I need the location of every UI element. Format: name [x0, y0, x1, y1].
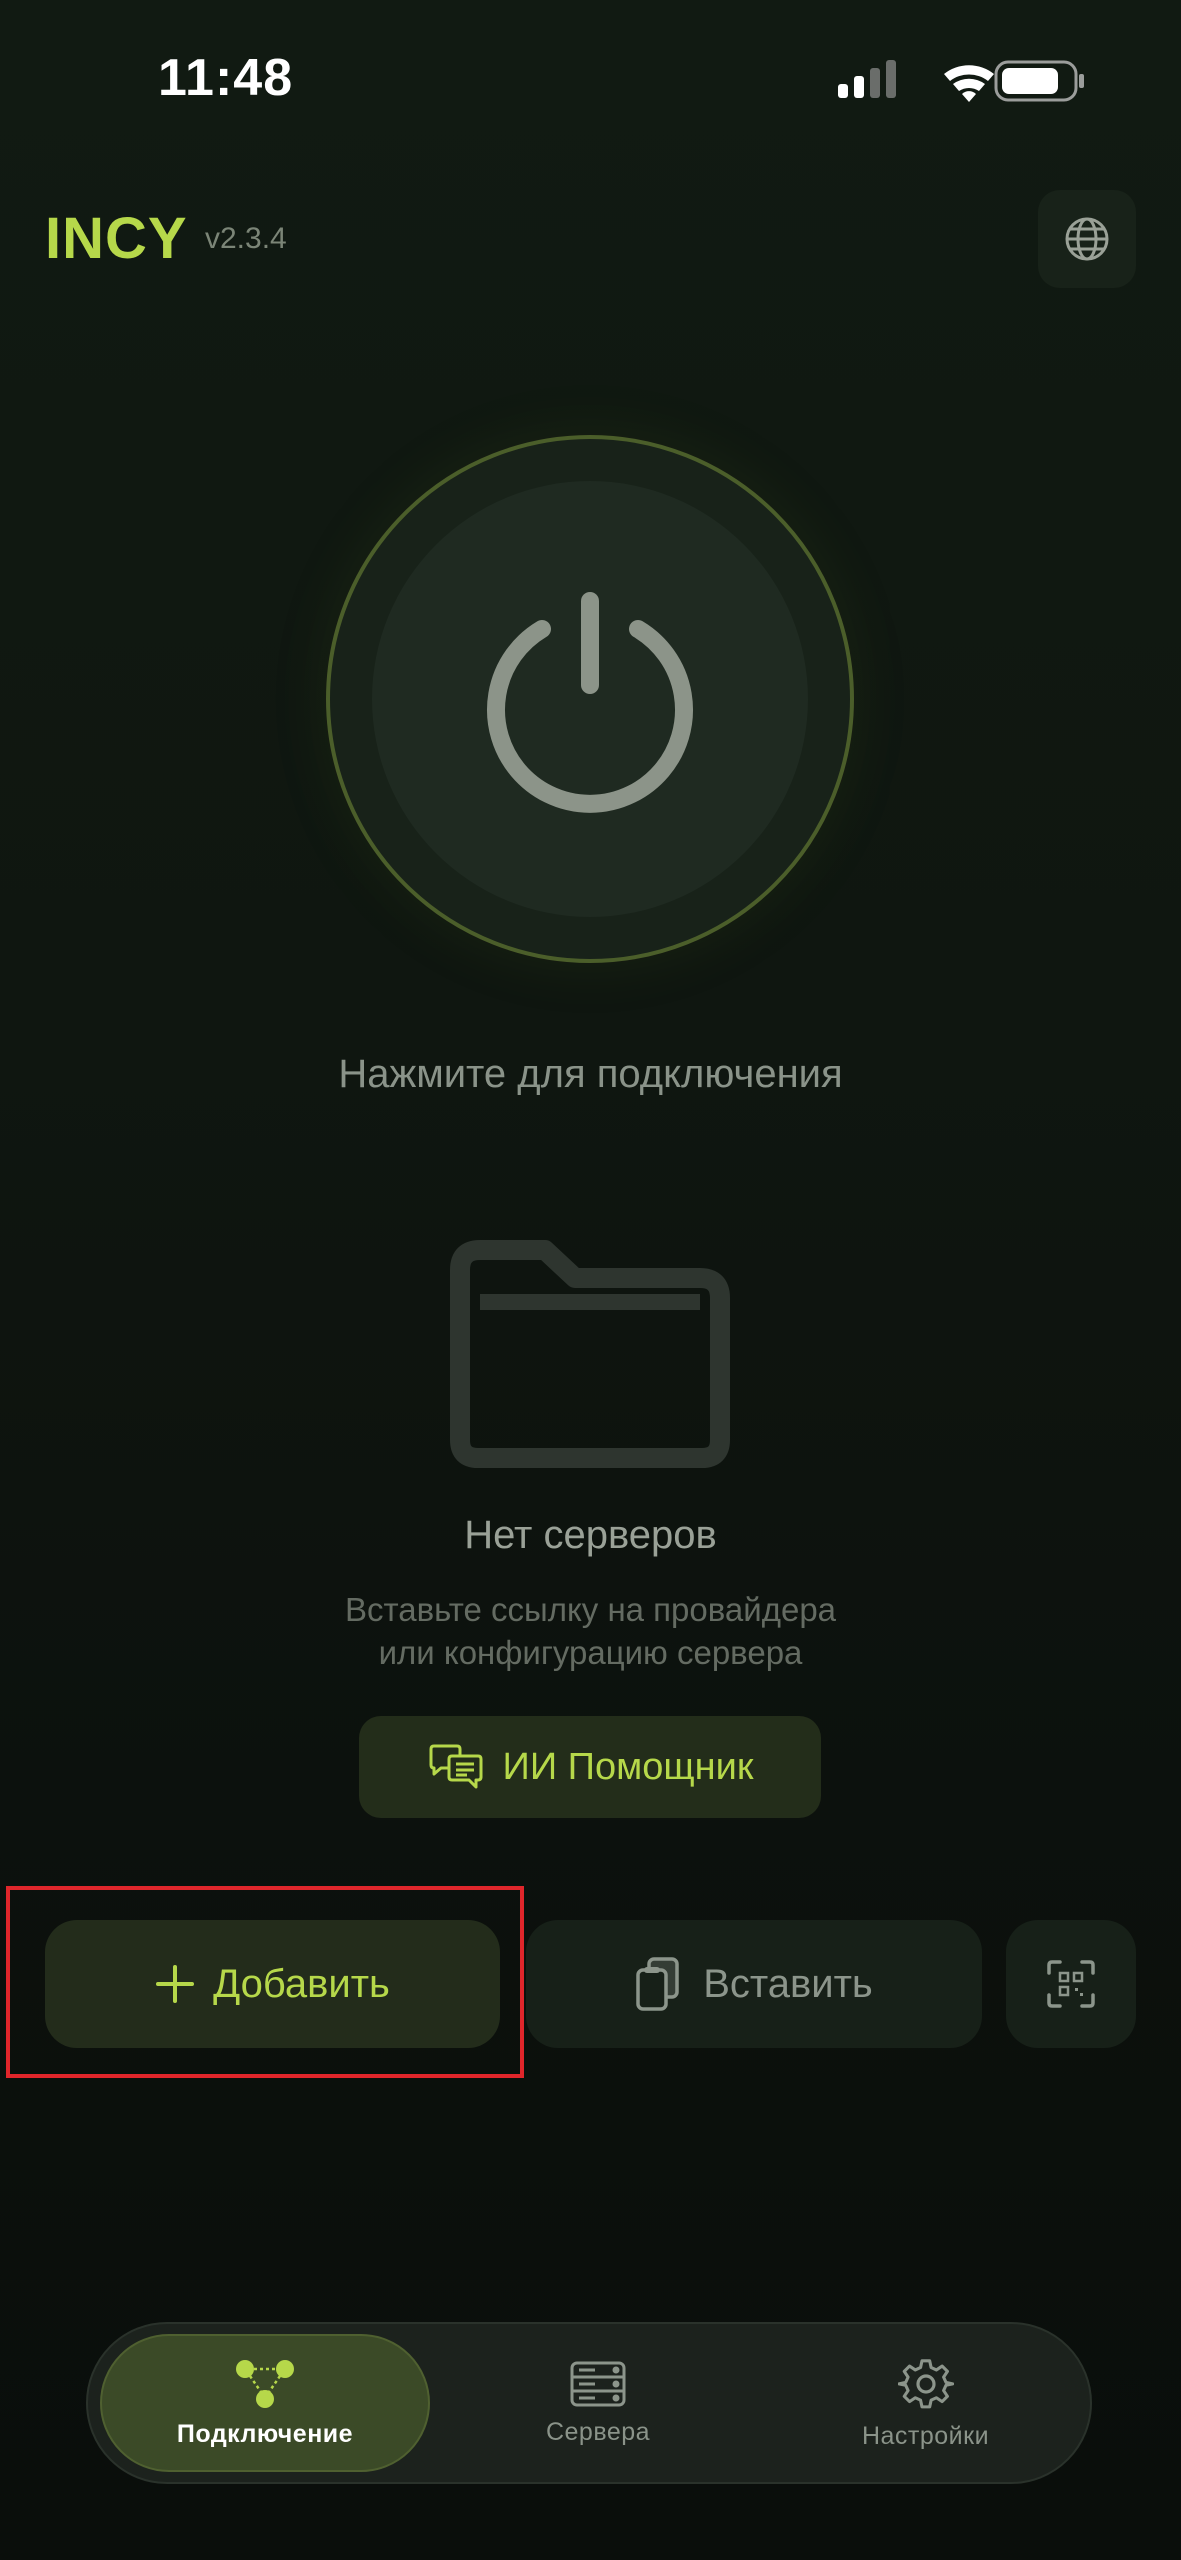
empty-state-subtitle-line1: Вставьте ссылку на провайдера [344, 1591, 837, 1628]
nav-item-settings[interactable]: Настройки [763, 2334, 1088, 2472]
status-icons [838, 60, 1084, 102]
nav-item-servers[interactable]: Сервера [433, 2334, 763, 2472]
nav-item-connection[interactable]: Подключение [100, 2334, 430, 2472]
empty-state-title: Нет серверов [464, 1513, 717, 1557]
empty-state-subtitle-line2: или конфигурацию сервера [378, 1634, 803, 1671]
nav-label-settings: Настройки [861, 2421, 990, 2450]
status-time: 11:48 [158, 49, 294, 107]
battery-icon [994, 60, 1084, 102]
ai-assistant-button[interactable]: ИИ Помощник [359, 1716, 821, 1818]
highlight-box [6, 1886, 524, 2078]
power-icon [487, 592, 693, 813]
power-button-inner [372, 481, 808, 917]
clipboard-icon [636, 1957, 679, 2011]
cellular-signal-icon [838, 60, 896, 98]
paste-label: Вставить [703, 1961, 873, 2006]
bottom-navigation: Подключение Сервера Настройки [86, 2322, 1092, 2484]
server-stack-icon [570, 2361, 626, 2406]
folder-icon [450, 1240, 730, 1468]
app-version: v2.3.4 [205, 222, 287, 255]
ai-assistant-label: ИИ Помощник [502, 1745, 754, 1788]
nav-label-connection: Подключение [176, 2419, 354, 2448]
connect-hint: Нажмите для подключения [338, 1052, 843, 1096]
nav-label-servers: Сервера [545, 2417, 651, 2446]
qr-scan-icon [1047, 1960, 1095, 2008]
connection-nodes-icon [236, 2359, 294, 2408]
app-logo: INCY [45, 206, 188, 271]
empty-state-subtitle: Вставьте ссылку на провайдера или конфиг… [0, 1588, 1181, 1674]
connect-power-button[interactable] [326, 435, 854, 963]
globe-icon [1065, 217, 1109, 261]
language-button[interactable] [1038, 190, 1136, 288]
qr-scan-button[interactable] [1006, 1920, 1136, 2048]
wifi-icon [944, 65, 994, 102]
gear-icon [897, 2358, 954, 2408]
paste-button[interactable]: Вставить [526, 1920, 982, 2048]
chat-bubbles-icon [429, 1744, 482, 1789]
